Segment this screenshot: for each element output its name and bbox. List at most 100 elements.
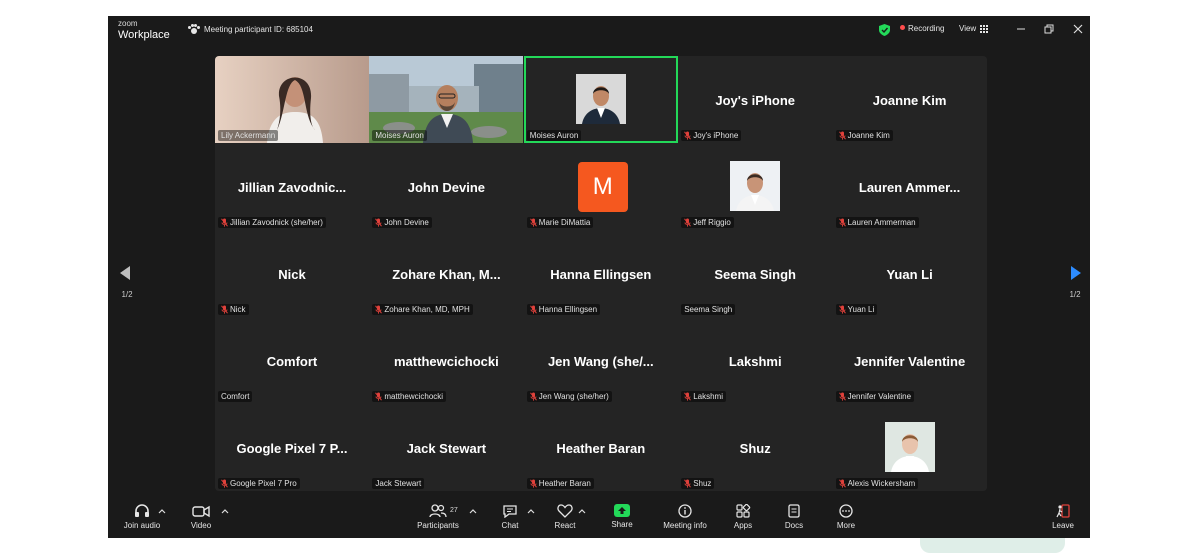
participant-tile[interactable]: Alexis Wickersham — [832, 404, 987, 491]
participant-display-name: Joanne Kim — [872, 93, 947, 108]
chat-button[interactable]: Chat — [496, 504, 524, 530]
participant-tile[interactable]: Joanne Kim Joanne Kim — [832, 56, 987, 143]
participant-name-tag: Moises Auron — [372, 130, 427, 141]
participant-tile[interactable]: Heather Baran Heather Baran — [523, 404, 678, 491]
participant-tile[interactable]: Jen Wang (she/... Jen Wang (she/her) — [523, 317, 678, 404]
chevron-up-icon[interactable] — [221, 508, 229, 514]
participant-label: Nick — [230, 305, 246, 314]
participant-tile[interactable]: Jack Stewart Jack Stewart — [369, 404, 524, 491]
participant-tile[interactable]: Yuan Li Yuan Li — [832, 230, 987, 317]
participant-photo — [730, 161, 781, 211]
participant-tile[interactable]: Shuz Shuz — [678, 404, 833, 491]
participant-name-tag: Jennifer Valentine — [835, 391, 915, 402]
participant-label: Joy's iPhone — [693, 131, 739, 140]
participant-tile[interactable]: Jeff Riggio — [678, 143, 833, 230]
participant-label: John Devine — [384, 218, 429, 227]
share-label: Share — [611, 520, 633, 529]
participant-photo — [884, 422, 935, 472]
chevron-up-icon[interactable] — [527, 508, 535, 514]
participant-label: Comfort — [221, 392, 250, 401]
participant-display-name: Seema Singh — [714, 267, 796, 282]
participant-tile[interactable]: Comfort Comfort — [215, 317, 369, 404]
participants-label: Participants — [417, 521, 459, 530]
mic-muted-icon — [529, 392, 537, 401]
chevron-up-icon[interactable] — [158, 508, 166, 514]
participant-tile[interactable]: Lakshmi Lakshmi — [678, 317, 833, 404]
leave-button[interactable]: Leave — [1048, 504, 1078, 530]
participant-display-name: John Devine — [407, 180, 486, 195]
participant-display-name: Google Pixel 7 P... — [236, 441, 348, 456]
participant-name-tag: Seema Singh — [681, 304, 736, 315]
docs-button[interactable]: Docs — [779, 504, 809, 530]
participant-tile[interactable]: M Marie DiMattia — [523, 143, 678, 230]
participant-label: Marie DiMattia — [538, 218, 591, 227]
info-icon — [678, 504, 692, 518]
participant-tile[interactable]: Zohare Khan, M... Zohare Khan, MD, MPH — [369, 230, 524, 317]
logo-workplace: Workplace — [118, 29, 170, 41]
apps-label: Apps — [733, 521, 753, 530]
document-icon — [788, 504, 800, 518]
join-audio-label: Join audio — [123, 521, 161, 530]
view-label: View — [959, 24, 977, 33]
restore-icon[interactable] — [1042, 22, 1056, 36]
participant-name-tag: Jen Wang (she/her) — [526, 391, 612, 402]
participant-tile[interactable]: Jennifer Valentine Jennifer Valentine — [832, 317, 987, 404]
mic-muted-icon — [838, 479, 846, 488]
participant-name-tag: Lily Ackermann — [218, 130, 279, 141]
participant-tile[interactable]: John Devine John Devine — [369, 143, 524, 230]
chevron-up-icon[interactable] — [578, 508, 586, 514]
app-logo: zoom Workplace — [118, 19, 170, 42]
participant-tile[interactable]: Seema Singh Seema Singh — [678, 230, 833, 317]
headphones-icon — [135, 504, 149, 517]
participant-label: Lauren Ammerman — [847, 218, 916, 227]
participant-label: Alexis Wickersham — [847, 479, 916, 488]
mic-muted-icon — [529, 218, 537, 227]
participant-tile[interactable]: Hanna Ellingsen Hanna Ellingsen — [523, 230, 678, 317]
participant-tile[interactable]: Lily Ackermann — [215, 56, 369, 143]
participant-label: Jeff Riggio — [693, 218, 731, 227]
participant-tile[interactable]: Moises Auron — [369, 56, 524, 143]
shield-icon[interactable] — [879, 24, 890, 36]
participant-tile[interactable]: matthewcichocki matthewcichocki — [369, 317, 524, 404]
close-icon[interactable] — [1071, 22, 1085, 36]
prev-page-icon[interactable] — [120, 266, 130, 280]
participant-tile[interactable]: Moises Auron — [523, 56, 678, 143]
participant-tile[interactable]: Lauren Ammer... Lauren Ammerman — [832, 143, 987, 230]
background-decoration — [920, 538, 1065, 553]
video-button[interactable]: Video — [184, 504, 218, 530]
share-button[interactable]: Share — [607, 504, 637, 529]
participant-tile[interactable]: Joy's iPhone Joy's iPhone — [678, 56, 833, 143]
participant-label: Jillian Zavodnick (she/her) — [230, 218, 323, 227]
mic-muted-icon — [838, 392, 846, 401]
participant-tile[interactable]: Nick Nick — [215, 230, 369, 317]
participant-label: Jen Wang (she/her) — [538, 392, 609, 401]
zoom-window: zoom Workplace Meeting participant ID: 6… — [108, 16, 1090, 538]
recording-indicator[interactable]: Recording — [900, 24, 944, 33]
view-button[interactable]: View — [959, 24, 989, 33]
more-button[interactable]: More — [831, 504, 861, 530]
meeting-info-button[interactable]: Meeting info — [656, 504, 714, 530]
minimize-icon[interactable] — [1014, 22, 1028, 36]
logo-zoom: zoom — [118, 19, 138, 28]
next-page-icon[interactable] — [1071, 266, 1081, 280]
leave-label: Leave — [1052, 521, 1074, 530]
participant-name-tag: Marie DiMattia — [526, 217, 594, 228]
meeting-id: Meeting participant ID: 685104 — [188, 24, 313, 34]
participant-tile[interactable]: Jillian Zavodnic... Jillian Zavodnick (sh… — [215, 143, 369, 230]
apps-button[interactable]: Apps — [728, 504, 758, 530]
participant-label: Seema Singh — [684, 305, 733, 314]
participant-display-name: matthewcichocki — [394, 354, 499, 369]
participant-display-name: Jillian Zavodnic... — [237, 180, 347, 195]
participant-name-tag: Google Pixel 7 Pro — [218, 478, 300, 489]
react-button[interactable]: React — [550, 504, 580, 530]
participant-label: Heather Baran — [538, 479, 591, 488]
participant-name-tag: Joy's iPhone — [681, 130, 742, 141]
participant-display-name: Jen Wang (she/... — [547, 354, 654, 369]
participant-tile[interactable]: Google Pixel 7 P... Google Pixel 7 Pro — [215, 404, 369, 491]
mic-muted-icon — [221, 305, 228, 314]
participant-photo — [575, 74, 626, 124]
chevron-up-icon[interactable] — [469, 508, 477, 514]
heart-icon — [557, 504, 573, 518]
mic-muted-icon — [684, 218, 692, 227]
meeting-info-label: Meeting info — [663, 521, 707, 530]
